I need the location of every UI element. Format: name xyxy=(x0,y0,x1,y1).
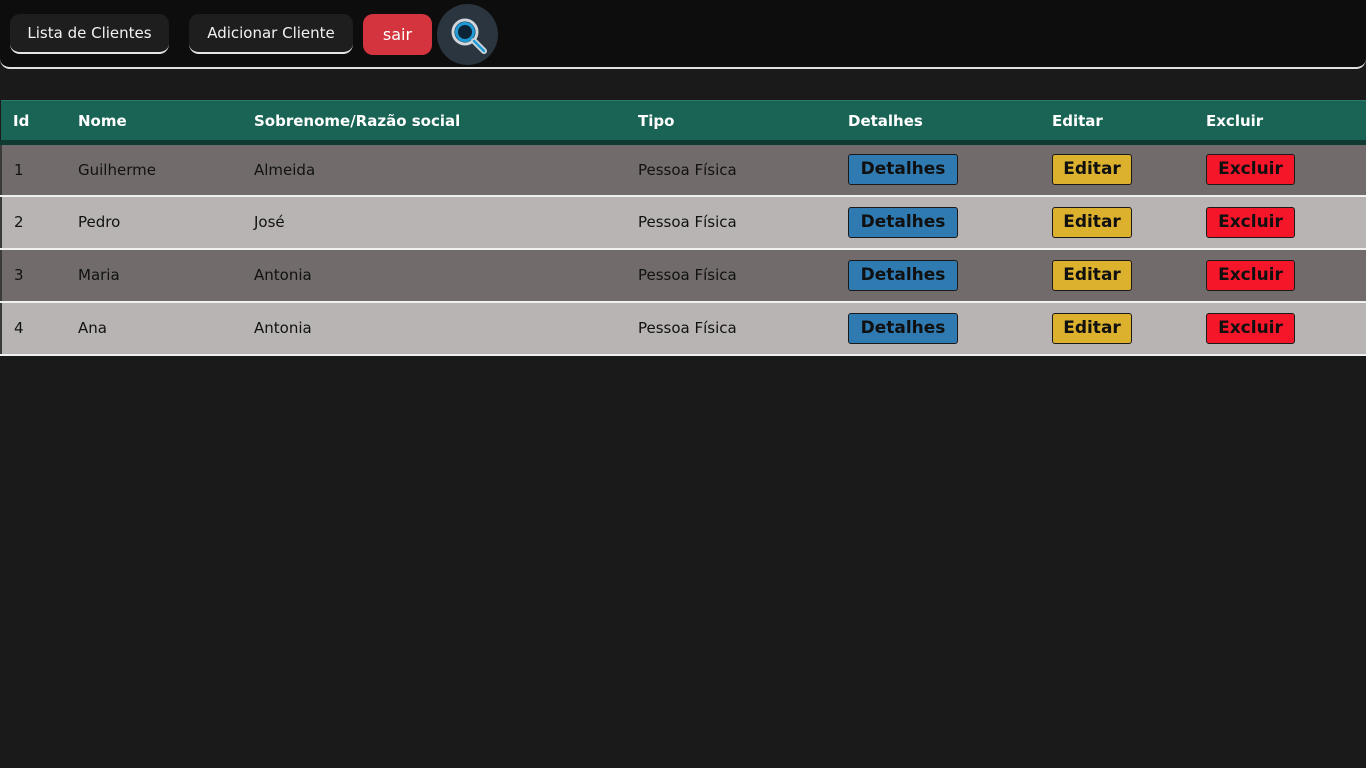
header-sobrenome: Sobrenome/Razão social xyxy=(242,100,626,145)
cell-id: 3 xyxy=(0,248,66,303)
cell-nome: Guilherme xyxy=(66,142,242,197)
details-button[interactable]: Detalhes xyxy=(848,206,958,238)
client-list-button[interactable]: Lista de Clientes xyxy=(10,14,169,54)
cell-excluir: Excluir xyxy=(1194,248,1366,303)
top-navbar: Lista de Clientes Adicionar Cliente sair xyxy=(0,0,1366,69)
cell-tipo: Pessoa Física xyxy=(626,248,836,303)
search-icon xyxy=(451,18,487,54)
table-row: 3 Maria Antonia Pessoa Física Detalhes E… xyxy=(0,248,1366,303)
search-button[interactable] xyxy=(437,4,498,65)
clients-table: Id Nome Sobrenome/Razão social Tipo Deta… xyxy=(0,100,1366,356)
details-button[interactable]: Detalhes xyxy=(848,312,958,344)
cell-editar: Editar xyxy=(1040,142,1194,197)
details-button[interactable]: Detalhes xyxy=(848,259,958,291)
cell-excluir: Excluir xyxy=(1194,301,1366,356)
cell-sobrenome: Antonia xyxy=(242,301,626,356)
header-excluir: Excluir xyxy=(1194,100,1366,145)
header-editar: Editar xyxy=(1040,100,1194,145)
edit-button[interactable]: Editar xyxy=(1052,259,1132,291)
edit-button[interactable]: Editar xyxy=(1052,206,1132,238)
cell-excluir: Excluir xyxy=(1194,195,1366,250)
edit-button[interactable]: Editar xyxy=(1052,312,1132,344)
cell-tipo: Pessoa Física xyxy=(626,301,836,356)
logout-button[interactable]: sair xyxy=(363,14,432,55)
cell-detalhes: Detalhes xyxy=(836,248,1040,303)
edit-button[interactable]: Editar xyxy=(1052,154,1132,186)
delete-button[interactable]: Excluir xyxy=(1206,259,1295,291)
cell-excluir: Excluir xyxy=(1194,142,1366,197)
delete-button[interactable]: Excluir xyxy=(1206,312,1295,344)
cell-tipo: Pessoa Física xyxy=(626,195,836,250)
add-client-button[interactable]: Adicionar Cliente xyxy=(189,14,353,54)
cell-editar: Editar xyxy=(1040,248,1194,303)
header-detalhes: Detalhes xyxy=(836,100,1040,145)
table-row: 1 Guilherme Almeida Pessoa Física Detalh… xyxy=(0,142,1366,197)
delete-button[interactable]: Excluir xyxy=(1206,154,1295,186)
header-tipo: Tipo xyxy=(626,100,836,145)
cell-nome: Ana xyxy=(66,301,242,356)
cell-nome: Maria xyxy=(66,248,242,303)
table-row: 2 Pedro José Pessoa Física Detalhes Edit… xyxy=(0,195,1366,250)
cell-id: 4 xyxy=(0,301,66,356)
table-row: 4 Ana Antonia Pessoa Física Detalhes Edi… xyxy=(0,301,1366,356)
cell-sobrenome: Antonia xyxy=(242,248,626,303)
delete-button[interactable]: Excluir xyxy=(1206,206,1295,238)
cell-tipo: Pessoa Física xyxy=(626,142,836,197)
cell-nome: Pedro xyxy=(66,195,242,250)
cell-sobrenome: Almeida xyxy=(242,142,626,197)
cell-detalhes: Detalhes xyxy=(836,195,1040,250)
cell-sobrenome: José xyxy=(242,195,626,250)
cell-detalhes: Detalhes xyxy=(836,142,1040,197)
cell-editar: Editar xyxy=(1040,301,1194,356)
header-nome: Nome xyxy=(66,100,242,145)
cell-editar: Editar xyxy=(1040,195,1194,250)
cell-detalhes: Detalhes xyxy=(836,301,1040,356)
table-header-row: Id Nome Sobrenome/Razão social Tipo Deta… xyxy=(1,100,1366,145)
details-button[interactable]: Detalhes xyxy=(848,154,958,186)
cell-id: 2 xyxy=(0,195,66,250)
header-id: Id xyxy=(1,100,66,145)
cell-id: 1 xyxy=(0,142,66,197)
